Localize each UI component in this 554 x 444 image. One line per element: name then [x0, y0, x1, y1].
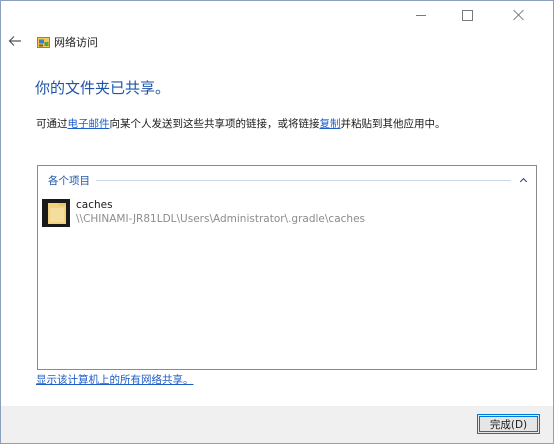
group-title: 各个项目: [48, 174, 90, 187]
close-icon: [513, 9, 525, 21]
page-heading: 你的文件夹已共享。: [35, 79, 171, 97]
minimize-icon: [416, 14, 426, 16]
instructions-part3: 并粘贴到其他应用中。: [340, 118, 446, 130]
instructions-text: 可通过电子邮件向某个人发送到这些共享项的链接，或将链接复制并粘贴到其他应用中。: [36, 116, 446, 132]
copy-link[interactable]: 复制: [320, 118, 341, 130]
email-link[interactable]: 电子邮件: [68, 118, 110, 130]
shared-items-list: 各个项目 caches \\CHINAMI-JR81LDL\Users\Admi…: [37, 165, 537, 370]
maximize-icon: [461, 9, 473, 21]
chevron-up-icon[interactable]: [519, 176, 528, 185]
list-item-text: caches \\CHINAMI-JR81LDL\Users\Administr…: [76, 198, 365, 226]
minimize-button[interactable]: [398, 1, 444, 29]
item-path: \\CHINAMI-JR81LDL\Users\Administrator\.g…: [76, 213, 365, 225]
folder-icon: [42, 199, 70, 227]
instructions-part1: 可通过: [36, 118, 68, 130]
close-button[interactable]: [496, 1, 542, 29]
window-title: 网络访问: [54, 36, 98, 49]
group-divider: [96, 179, 511, 181]
group-header[interactable]: 各个项目: [48, 172, 528, 188]
list-item[interactable]: caches \\CHINAMI-JR81LDL\Users\Administr…: [42, 198, 528, 230]
back-button[interactable]: [8, 35, 24, 49]
network-access-window: 网络访问 你的文件夹已共享。 可通过电子邮件向某个人发送到这些共享项的链接，或将…: [0, 0, 554, 444]
item-name: caches: [76, 199, 113, 211]
back-arrow-icon: [8, 36, 21, 46]
show-all-shares-link[interactable]: 显示该计算机上的所有网络共享。: [36, 373, 194, 387]
done-button[interactable]: 完成(D): [477, 414, 540, 434]
network-access-icon: [37, 37, 50, 48]
instructions-part2: 向某个人发送到这些共享项的链接，或将链接: [109, 118, 320, 130]
button-bar: [1, 406, 553, 443]
maximize-button[interactable]: [444, 1, 490, 29]
